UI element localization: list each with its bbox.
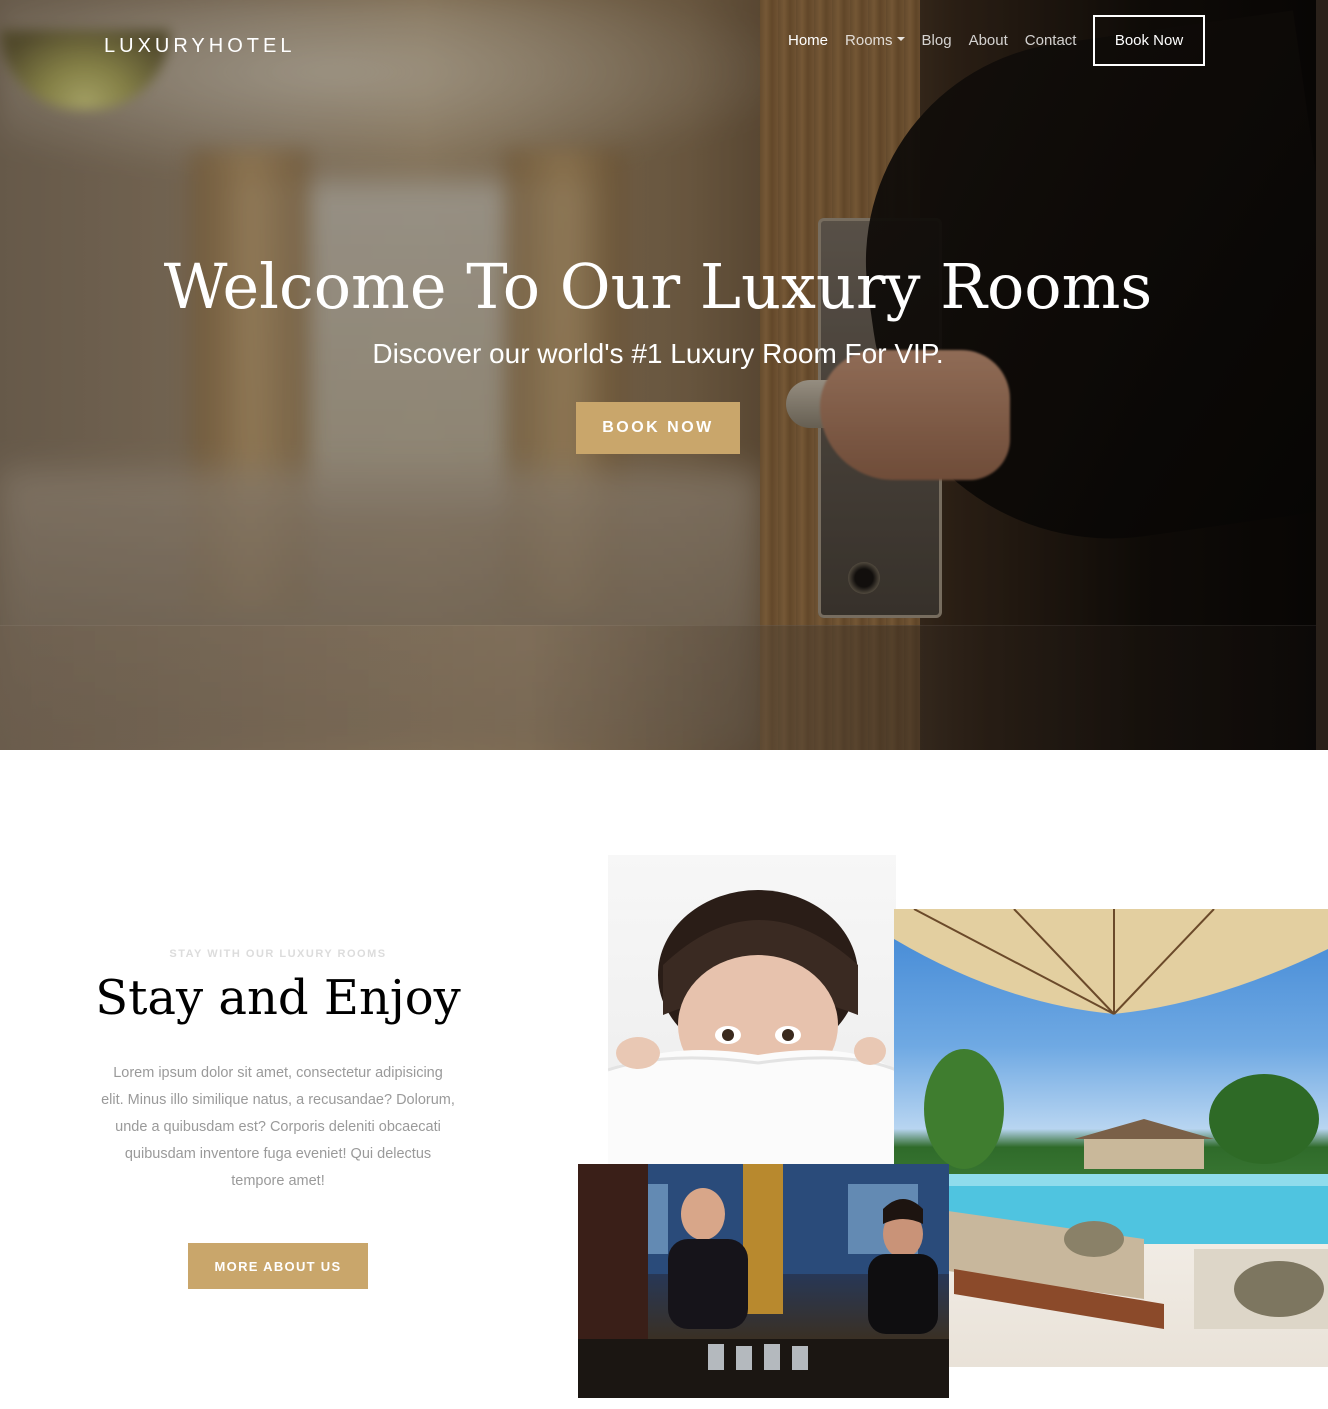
photo-woman-in-bed bbox=[608, 855, 896, 1165]
site-logo[interactable]: LUXURYHOTEL bbox=[104, 35, 295, 58]
hero-section bbox=[0, 0, 1328, 750]
caret-down-icon bbox=[896, 36, 905, 41]
nav-link-blog[interactable]: Blog bbox=[922, 32, 952, 49]
hero-subtitle: Discover our world's #1 Luxury Room For … bbox=[372, 338, 944, 369]
nav-link-about[interactable]: About bbox=[969, 32, 1008, 49]
bar-illustration bbox=[578, 1164, 949, 1398]
hero-title: Welcome To Our Luxury Rooms bbox=[163, 250, 1153, 323]
about-eyebrow: STAY WITH OUR LUXURY ROOMS bbox=[169, 948, 387, 960]
more-about-us-button[interactable]: MORE ABOUT US bbox=[188, 1243, 368, 1289]
nav-link-contact[interactable]: Contact bbox=[1025, 32, 1077, 49]
photo-bar bbox=[578, 1164, 949, 1398]
nav-book-now-button[interactable]: Book Now bbox=[1093, 15, 1205, 66]
main-nav: Home Rooms Blog About Contact bbox=[788, 30, 1093, 50]
hero-book-now-button[interactable]: BOOK NOW bbox=[576, 402, 740, 454]
photo-pool bbox=[894, 909, 1328, 1367]
nav-link-rooms-label: Rooms bbox=[845, 31, 893, 49]
about-text: Lorem ipsum dolor sit amet, consectetur … bbox=[101, 1065, 455, 1189]
about-title: Stay and Enjoy bbox=[95, 970, 461, 1026]
nav-link-rooms[interactable]: Rooms bbox=[845, 32, 905, 49]
woman-illustration bbox=[608, 890, 896, 1165]
pool-illustration bbox=[894, 909, 1328, 1329]
hero-background-edge bbox=[1316, 0, 1328, 750]
nav-link-home[interactable]: Home bbox=[788, 32, 828, 49]
hero-background-reflection bbox=[0, 625, 1316, 750]
